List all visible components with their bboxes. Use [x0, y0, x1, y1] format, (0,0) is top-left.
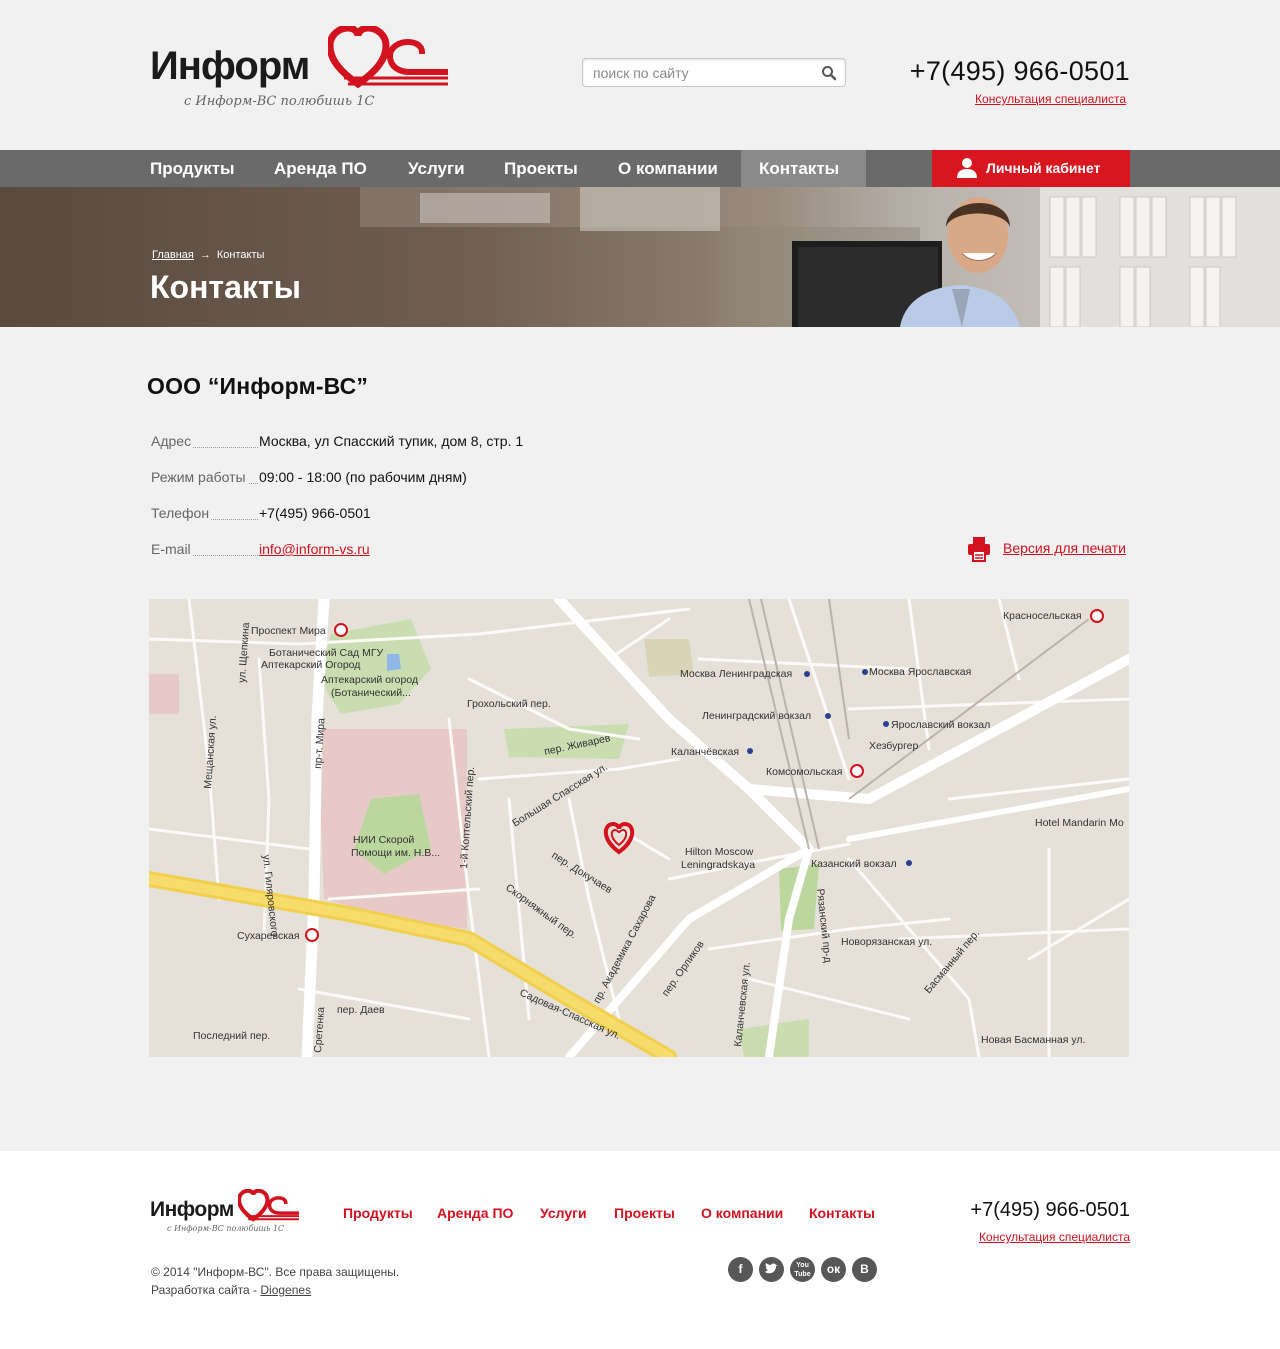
- map-label: Красносельская: [1003, 610, 1082, 622]
- site-logo[interactable]: Информ с Информ-ВС полюбишь 1С: [150, 26, 450, 118]
- nav-item-about[interactable]: О компании: [600, 150, 736, 187]
- map-canvas[interactable]: Проспект Мира Ботанический Сад МГУ Аптек…: [149, 599, 1129, 1057]
- map-label: Ярославский вокзал: [891, 719, 990, 731]
- breadcrumb-home-link[interactable]: Главная: [152, 249, 194, 261]
- copyright: © 2014 "Информ-ВС". Все права защищены. …: [151, 1263, 399, 1299]
- footer-logo-wordmark: Информ: [150, 1198, 234, 1221]
- map-label: Аптекарский Огород: [261, 659, 360, 671]
- map-label: Казанский вокзал: [811, 858, 897, 870]
- developer-credit: Разработка сайта - Diogenes: [151, 1281, 399, 1299]
- main-nav: Продукты Аренда ПО Услуги Проекты О комп…: [0, 150, 1280, 187]
- contact-label: Режим работы: [151, 469, 248, 485]
- page-banner: Главная → Контакты Контакты: [0, 187, 1280, 327]
- map-label: Аптекарский огород: [321, 674, 418, 686]
- nav-item-services[interactable]: Услуги: [390, 150, 483, 187]
- footer-consult-link[interactable]: Консультация специалиста: [979, 1230, 1130, 1244]
- map-label: Москва Ленинградская: [680, 668, 792, 680]
- map-label: (Ботанический...: [331, 687, 411, 699]
- search-input[interactable]: [593, 64, 813, 82]
- map-label: Хезбургер: [869, 740, 919, 752]
- map-label: Hilton Moscow: [685, 846, 754, 858]
- contact-label: Телефон: [151, 505, 212, 521]
- footer-nav-about[interactable]: О компании: [701, 1205, 783, 1221]
- contact-value: +7(495) 966-0501: [259, 505, 371, 521]
- nav-item-projects[interactable]: Проекты: [486, 150, 596, 187]
- breadcrumb-current: Контакты: [216, 249, 265, 261]
- map-label: Ботанический Сад МГУ: [269, 647, 384, 659]
- map-label: Комсомольская: [766, 766, 842, 778]
- footer-nav-projects[interactable]: Проекты: [614, 1205, 675, 1221]
- contact-row-address: Адрес Москва, ул Спасский тупик, дом 8, …: [151, 433, 1131, 453]
- footer-phone: +7(495) 966-0501: [970, 1199, 1130, 1221]
- footer-logo-heart-mark: [238, 1189, 299, 1222]
- youtube-icon[interactable]: You Tube: [790, 1257, 815, 1282]
- consult-link[interactable]: Консультация специалиста: [975, 92, 1126, 106]
- footer-nav-products[interactable]: Продукты: [343, 1205, 413, 1221]
- map-label: Ленинградский вокзал: [702, 710, 811, 722]
- location-map[interactable]: Проспект Мира Ботанический Сад МГУ Аптек…: [149, 599, 1129, 1057]
- map-label: НИИ Скорой: [353, 834, 414, 846]
- map-label: Каланчёвская: [671, 746, 739, 758]
- nav-item-rent[interactable]: Аренда ПО: [256, 150, 385, 187]
- contact-value: Москва, ул Спасский тупик, дом 8, стр. 1: [259, 433, 524, 449]
- page-title: Контакты: [150, 269, 301, 305]
- contact-row-email: E-mail info@inform-vs.ru: [151, 541, 751, 561]
- footer-logo[interactable]: Информ с Информ-ВС полюбишь 1С: [150, 1188, 300, 1238]
- contact-row-phone: Телефон +7(495) 966-0501: [151, 505, 1131, 525]
- footer-logo-slogan: с Информ-ВС полюбишь 1С: [167, 1224, 285, 1233]
- facebook-icon[interactable]: f: [728, 1257, 753, 1282]
- odnoklassniki-icon[interactable]: ок: [821, 1257, 846, 1282]
- vkontakte-icon[interactable]: В: [852, 1257, 877, 1282]
- map-label: Проспект Мира: [251, 625, 326, 637]
- search-icon[interactable]: [821, 65, 837, 81]
- map-label: Москва Ярославская: [869, 666, 971, 678]
- email-link[interactable]: info@inform-vs.ru: [259, 541, 370, 557]
- print-version-label: Версия для печати: [1003, 540, 1126, 556]
- map-label: Последний пер.: [193, 1030, 270, 1042]
- map-label: Leningradskaya: [681, 859, 755, 871]
- logo-heart-mark: [328, 26, 448, 89]
- copyright-text: © 2014 "Информ-ВС". Все права защищены.: [151, 1265, 400, 1279]
- logo-wordmark: Информ: [150, 44, 310, 88]
- printer-icon: [968, 537, 990, 562]
- twitter-icon[interactable]: [759, 1257, 784, 1282]
- cabinet-label: Личный кабинет: [986, 160, 1101, 176]
- breadcrumb: Главная → Контакты: [152, 249, 264, 261]
- map-label: Новая Басманная ул.: [981, 1034, 1085, 1046]
- contact-value: 09:00 - 18:00 (по рабочим дням): [259, 469, 467, 485]
- search-box: [582, 58, 846, 87]
- map-label: Hotel Mandarin Mo: [1035, 817, 1124, 829]
- footer-nav-contacts[interactable]: Контакты: [809, 1205, 875, 1221]
- contact-label: E-mail: [151, 541, 193, 557]
- footer-nav-rent[interactable]: Аренда ПО: [437, 1205, 513, 1221]
- user-icon: [957, 158, 977, 178]
- map-label: пер. Даев: [337, 1004, 385, 1016]
- developer-link[interactable]: Diogenes: [260, 1283, 311, 1297]
- company-name: ООО “Информ-ВС”: [147, 373, 369, 399]
- nav-item-products[interactable]: Продукты: [132, 150, 253, 187]
- header-phone: +7(495) 966-0501: [909, 56, 1130, 86]
- site-footer: Информ с Информ-ВС полюбишь 1С Продукты …: [0, 1151, 1280, 1349]
- map-label: Новорязанская ул.: [841, 936, 932, 948]
- map-label: Помощи им. Н.В...: [351, 847, 440, 859]
- breadcrumb-arrow-icon: →: [199, 249, 211, 261]
- twitter-bird-icon: [765, 1263, 778, 1274]
- footer-nav-services[interactable]: Услуги: [540, 1205, 587, 1221]
- developer-prefix: Разработка сайта -: [151, 1283, 261, 1297]
- map-label: Грохольский пер.: [467, 698, 551, 710]
- contact-label: Адрес: [151, 433, 194, 449]
- nav-item-contacts[interactable]: Контакты: [741, 150, 866, 187]
- logo-slogan: с Информ-ВС полюбишь 1С: [184, 94, 375, 109]
- personal-cabinet-button[interactable]: Личный кабинет: [932, 150, 1130, 187]
- contact-row-hours: Режим работы 09:00 - 18:00 (по рабочим д…: [151, 469, 1131, 489]
